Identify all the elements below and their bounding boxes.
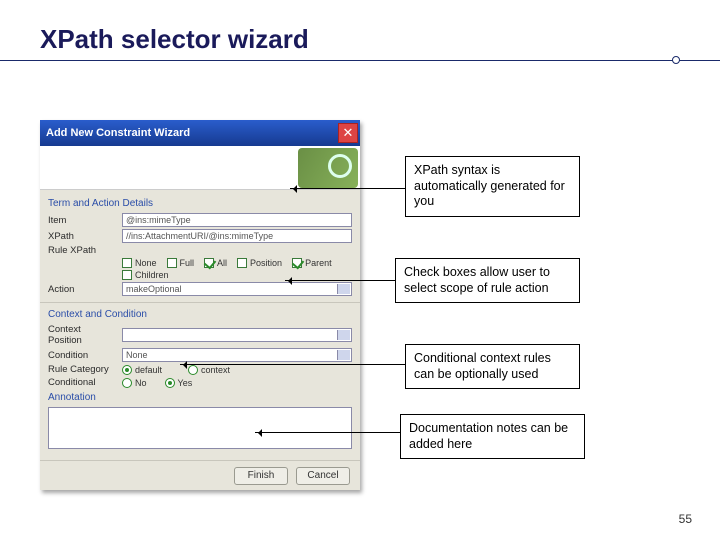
checkbox-position-label: Position xyxy=(250,258,282,268)
wizard-title: Add New Constraint Wizard xyxy=(46,127,190,139)
arrow-1 xyxy=(290,188,405,189)
label-condition: Condition xyxy=(48,350,116,361)
close-icon[interactable]: ✕ xyxy=(338,123,358,143)
label-context-position: Context Position xyxy=(48,324,116,346)
wizard-body: Term and Action Details Item @ins:mimeTy… xyxy=(40,190,360,460)
radio-yes-label: Yes xyxy=(178,378,193,388)
scope-checkboxes: None Full All Position Parent Children xyxy=(122,258,352,280)
radio-context-label: context xyxy=(201,365,230,375)
checkbox-position[interactable] xyxy=(237,258,247,268)
section-context: Context and Condition xyxy=(48,309,352,320)
wizard-titlebar[interactable]: Add New Constraint Wizard ✕ xyxy=(40,120,360,146)
callout-annotation: Documentation notes can be added here xyxy=(400,414,585,459)
arrow-2 xyxy=(285,280,395,281)
wizard-footer: Finish Cancel xyxy=(40,460,360,490)
checkbox-parent[interactable] xyxy=(292,258,302,268)
checkbox-full-label: Full xyxy=(180,258,195,268)
wizard-banner xyxy=(40,146,360,190)
wizard-window: Add New Constraint Wizard ✕ Term and Act… xyxy=(40,120,360,490)
callout-xpath: XPath syntax is automatically generated … xyxy=(405,156,580,217)
checkbox-none-label: None xyxy=(135,258,157,268)
radio-default[interactable] xyxy=(122,365,132,375)
checkbox-children-label: Children xyxy=(135,270,169,280)
title-rule xyxy=(0,60,720,61)
radio-yes[interactable] xyxy=(165,378,175,388)
checkbox-children[interactable] xyxy=(122,270,132,280)
label-rule-category: Rule Category xyxy=(48,364,116,375)
context-position-select[interactable] xyxy=(122,328,352,342)
label-action: Action xyxy=(48,284,116,295)
action-select[interactable]: makeOptional xyxy=(122,282,352,296)
wizard-banner-art xyxy=(298,148,358,188)
checkbox-all-label: All xyxy=(217,258,227,268)
page-title: XPath selector wizard xyxy=(40,24,309,55)
label-annotation: Annotation xyxy=(48,392,352,403)
title-rule-dot xyxy=(672,56,680,64)
item-field[interactable]: @ins:mimeType xyxy=(122,213,352,227)
radio-default-label: default xyxy=(135,365,162,375)
label-conditional: Conditional xyxy=(48,377,116,388)
condition-select[interactable]: None xyxy=(122,348,352,362)
callout-conditional: Conditional context rules can be optiona… xyxy=(405,344,580,389)
page-number: 55 xyxy=(679,512,692,526)
arrow-4 xyxy=(255,432,400,433)
checkbox-full[interactable] xyxy=(167,258,177,268)
label-item: Item xyxy=(48,215,116,226)
radio-no[interactable] xyxy=(122,378,132,388)
label-rule-xpath: Rule XPath xyxy=(48,245,116,256)
callout-checkboxes: Check boxes allow user to select scope o… xyxy=(395,258,580,303)
xpath-field[interactable]: //ins:AttachmentURI/@ins:mimeType xyxy=(122,229,352,243)
checkbox-parent-label: Parent xyxy=(305,258,332,268)
radio-context[interactable] xyxy=(188,365,198,375)
divider xyxy=(40,302,360,303)
label-xpath: XPath xyxy=(48,231,116,242)
cancel-button[interactable]: Cancel xyxy=(296,467,350,485)
arrow-3 xyxy=(180,364,405,365)
checkbox-all[interactable] xyxy=(204,258,214,268)
finish-button[interactable]: Finish xyxy=(234,467,288,485)
checkbox-none[interactable] xyxy=(122,258,132,268)
radio-no-label: No xyxy=(135,378,147,388)
section-term: Term and Action Details xyxy=(48,198,352,209)
annotation-textarea[interactable] xyxy=(48,407,352,449)
